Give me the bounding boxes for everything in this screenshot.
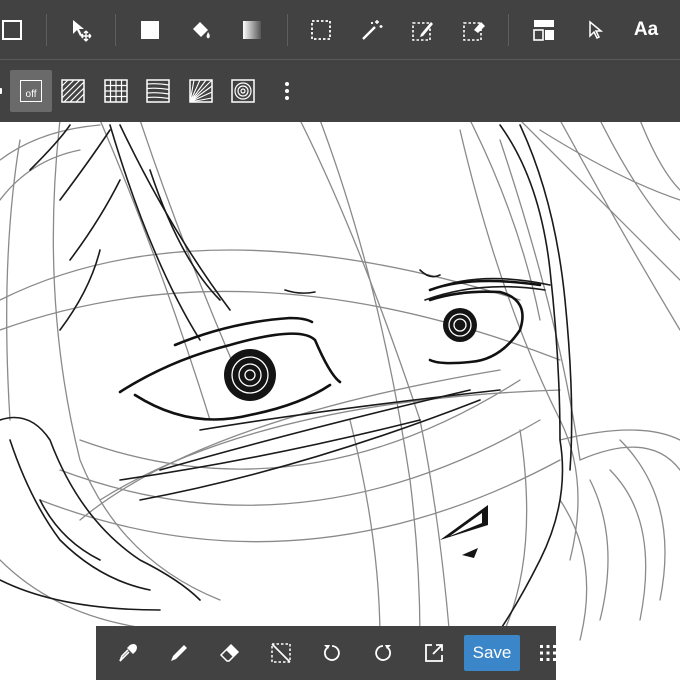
magic-wand-tool-button[interactable] bbox=[352, 10, 392, 50]
toolbar-separator bbox=[287, 14, 288, 46]
select-rect-tool-button[interactable] bbox=[301, 10, 341, 50]
pen-button[interactable] bbox=[159, 633, 199, 673]
frame-divider-tool-button[interactable] bbox=[524, 10, 564, 50]
grid-menu-icon bbox=[540, 645, 556, 661]
deselect-button[interactable] bbox=[261, 633, 301, 673]
square-outline-icon bbox=[2, 20, 22, 40]
toolbar-separator bbox=[508, 14, 509, 46]
eraser-button[interactable] bbox=[210, 633, 250, 673]
save-button[interactable]: Save bbox=[464, 635, 520, 671]
undo-button[interactable] bbox=[312, 633, 352, 673]
redo-button[interactable] bbox=[363, 633, 403, 673]
grid-tone-icon bbox=[104, 79, 128, 103]
tone-off-icon: off bbox=[20, 80, 42, 102]
tone-horizontal-button[interactable] bbox=[137, 70, 179, 112]
select-eraser-tool-button[interactable] bbox=[454, 10, 494, 50]
pointer-tool-button[interactable] bbox=[575, 10, 615, 50]
horizontal-lines-icon bbox=[146, 79, 170, 103]
tone-radial-button[interactable] bbox=[180, 70, 222, 112]
pointer-icon bbox=[589, 20, 604, 40]
diagonal-lines-icon bbox=[61, 79, 85, 103]
export-icon bbox=[425, 644, 443, 662]
top-toolbar: Aa bbox=[0, 0, 680, 60]
more-options-button[interactable] bbox=[266, 70, 308, 112]
tone-off-button[interactable]: off bbox=[10, 70, 52, 112]
select-eraser-icon bbox=[463, 22, 485, 41]
select-pen-icon bbox=[412, 22, 433, 41]
undo-icon bbox=[324, 645, 340, 661]
tone-concentric-button[interactable] bbox=[222, 70, 264, 112]
tone-off-label: off bbox=[25, 89, 37, 100]
filled-square-icon bbox=[141, 21, 159, 39]
grid-menu-button[interactable] bbox=[528, 633, 568, 673]
move-arrow-icon bbox=[73, 20, 92, 42]
gradient-icon bbox=[243, 21, 261, 39]
dotted-rect-select-icon bbox=[311, 20, 331, 40]
tone-grid-button[interactable] bbox=[95, 70, 137, 112]
text-tool-button[interactable]: Aa bbox=[626, 10, 666, 50]
export-button[interactable] bbox=[414, 633, 454, 673]
text-tool-label: Aa bbox=[633, 19, 659, 40]
gradient-tool-button[interactable] bbox=[232, 10, 272, 50]
select-pen-tool-button[interactable] bbox=[403, 10, 443, 50]
panel-divider-icon bbox=[533, 20, 554, 41]
bucket-tool-button[interactable] bbox=[181, 10, 221, 50]
vertical-dots-icon bbox=[285, 82, 289, 100]
scroll-indicator bbox=[0, 88, 2, 94]
pen-icon bbox=[171, 645, 187, 661]
toolbar-separator bbox=[115, 14, 116, 46]
eyedropper-button[interactable] bbox=[108, 633, 148, 673]
eyedropper-icon bbox=[119, 644, 137, 662]
magic-wand-icon bbox=[362, 20, 383, 40]
redo-icon bbox=[375, 645, 391, 661]
tone-toolbar: off bbox=[0, 60, 680, 122]
radial-lines-icon bbox=[189, 79, 213, 103]
deselect-icon bbox=[271, 643, 291, 663]
bottom-toolbar: Save bbox=[96, 626, 556, 680]
concentric-circles-icon bbox=[231, 79, 255, 103]
toolbar-separator bbox=[46, 14, 47, 46]
paint-bucket-icon bbox=[193, 22, 210, 39]
move-tool-button[interactable] bbox=[62, 10, 102, 50]
eraser-icon bbox=[219, 643, 240, 662]
tone-diagonal-button[interactable] bbox=[52, 70, 94, 112]
fill-rect-tool-button[interactable] bbox=[130, 10, 170, 50]
frame-tool-button[interactable] bbox=[0, 10, 32, 50]
